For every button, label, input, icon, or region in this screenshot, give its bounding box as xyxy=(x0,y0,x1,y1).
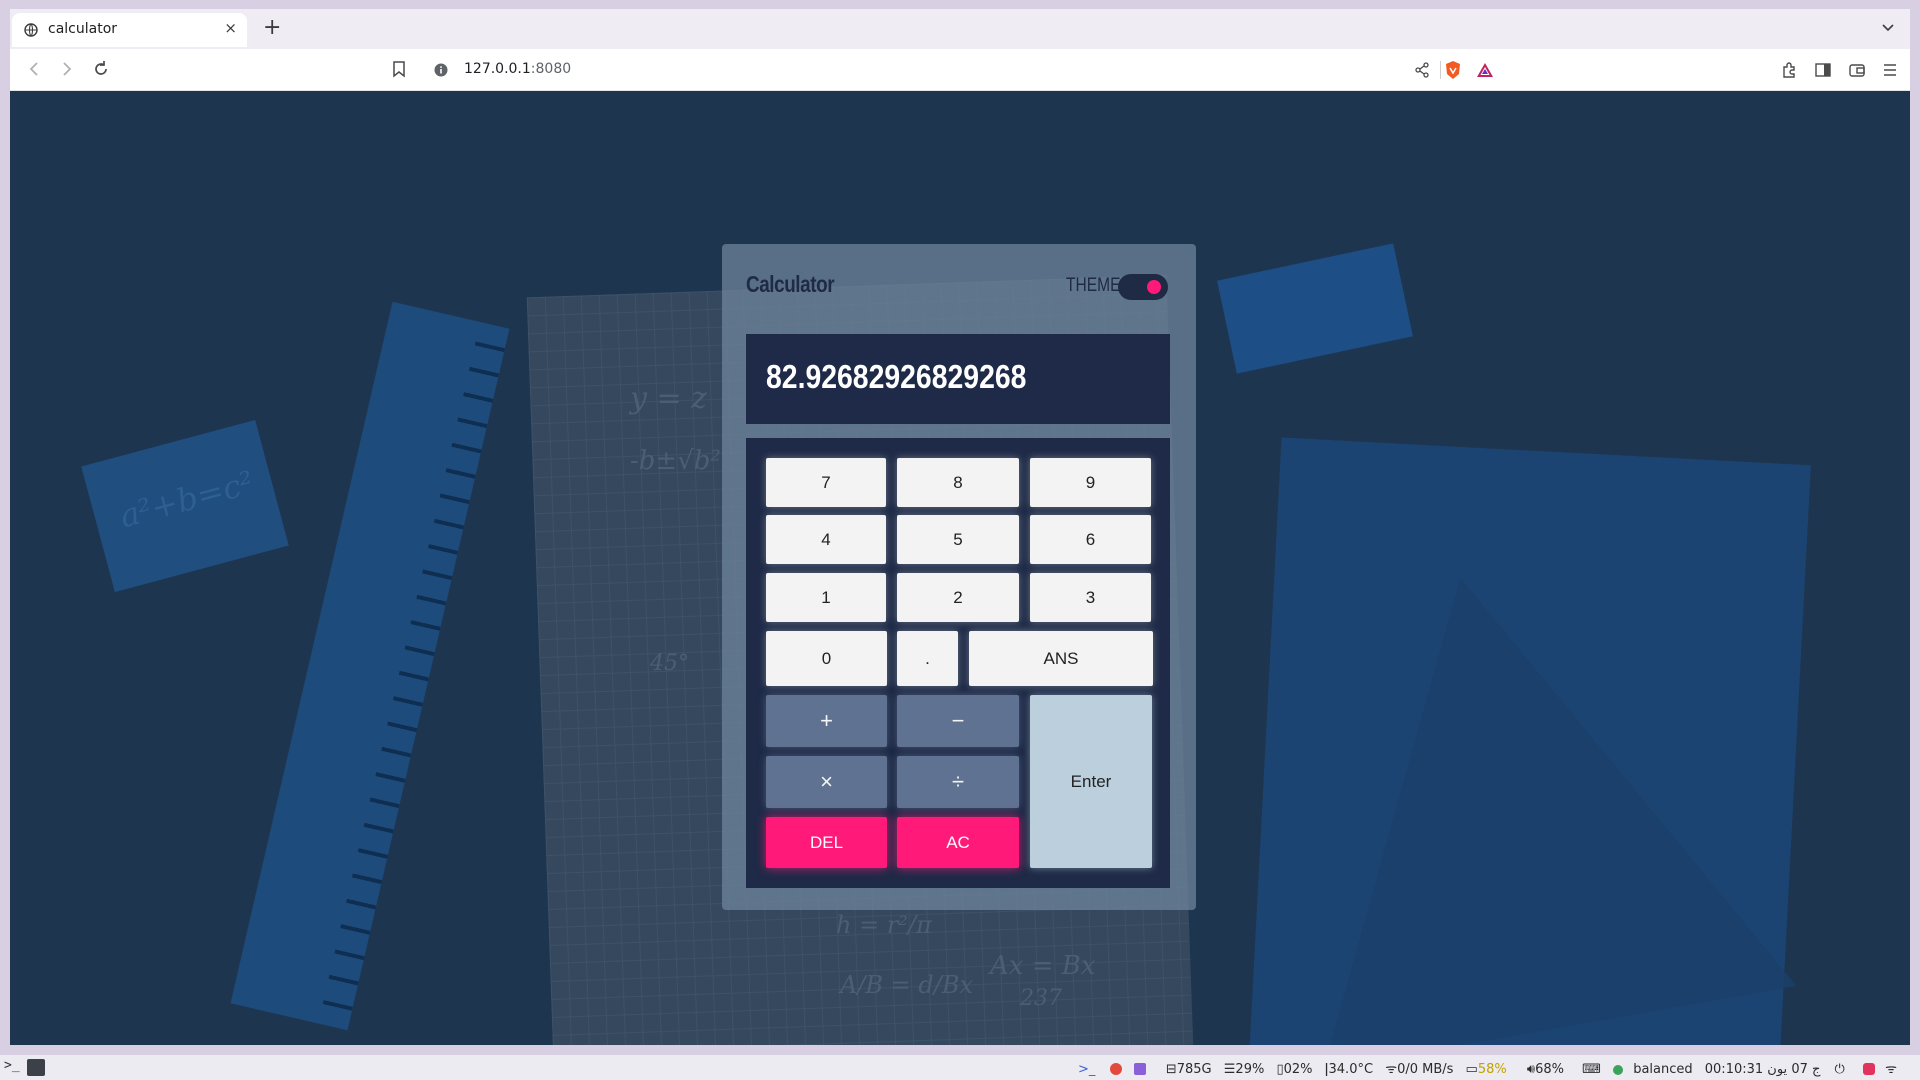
math-scribble-5: 237 xyxy=(1020,986,1062,1011)
url-host: 127.0.0.1 xyxy=(464,61,531,77)
volume-icon[interactable]: 🔊︎ xyxy=(1527,1062,1535,1077)
key-0[interactable]: 0 xyxy=(766,631,887,686)
reload-icon[interactable] xyxy=(91,59,111,79)
tray-firefox-icon[interactable] xyxy=(1109,1063,1122,1075)
calculator-display: 82.92682926829268 xyxy=(746,334,1170,424)
address-bar[interactable]: 127.0.0.1:8080 xyxy=(420,55,1500,85)
tray-app-icon[interactable] xyxy=(1862,1063,1875,1075)
volume-level: 68% xyxy=(1535,1062,1564,1077)
key-8[interactable]: 8 xyxy=(897,458,1019,507)
extensions-icon[interactable] xyxy=(1781,61,1799,79)
display-value: 82.92682926829268 xyxy=(766,358,1027,395)
site-info-icon[interactable] xyxy=(434,63,448,77)
key-ans[interactable]: ANS xyxy=(969,631,1153,686)
key-6[interactable]: 6 xyxy=(1030,515,1151,564)
math-scribble-4: Ax = Bx xyxy=(990,951,1096,981)
key-5[interactable]: 5 xyxy=(897,515,1019,564)
brave-rewards-icon[interactable] xyxy=(1476,61,1494,79)
memory-icon: ☰ xyxy=(1223,1062,1236,1077)
math-scribble-3: h = r²/π xyxy=(836,911,932,939)
brave-shields-icon[interactable] xyxy=(1444,60,1462,80)
key-3[interactable]: 3 xyxy=(1030,573,1151,622)
app-launcher-icon[interactable] xyxy=(27,1059,45,1076)
theme-label: THEME xyxy=(1066,275,1121,296)
power-profile: balanced xyxy=(1633,1062,1693,1077)
key-enter[interactable]: Enter xyxy=(1030,695,1152,868)
keypad: 7 8 9 4 5 6 1 2 3 0 . ANS + − Enter × ÷ … xyxy=(746,438,1170,888)
key-multiply[interactable]: × xyxy=(766,756,887,808)
background-set-square xyxy=(1243,532,1797,1045)
ruler-marks xyxy=(322,341,505,1011)
disk-usage-icon: ⊟ xyxy=(1165,1062,1177,1077)
background-sticky-note: a²+b=c² xyxy=(81,419,289,593)
background-ruler xyxy=(230,301,510,1031)
math-scribble-1: y = z xyxy=(630,381,707,416)
tab-close-icon[interactable]: × xyxy=(224,19,237,37)
browser-window: calculator × + 127.0.0.1:8080 a²+b=c² y … xyxy=(10,9,1910,1045)
bookmark-icon[interactable] xyxy=(390,60,408,78)
system-tray: >_ ⊟785G ☰29% ▯02% ǀ34.0°C ᯤ0/0 MB/s ▭58… xyxy=(1078,1059,1897,1077)
back-icon[interactable] xyxy=(24,59,44,79)
tray-terminal-icon[interactable]: >_ xyxy=(1078,1062,1095,1077)
key-2[interactable]: 2 xyxy=(897,573,1019,622)
cpu-temp: 34.0°C xyxy=(1328,1062,1374,1077)
key-minus[interactable]: − xyxy=(897,695,1019,747)
tab-title: calculator xyxy=(48,21,118,37)
key-7[interactable]: 7 xyxy=(766,458,886,507)
tray-wifi-icon[interactable]: ᯤ xyxy=(1885,1062,1897,1077)
tray-folder-icon[interactable] xyxy=(1133,1063,1146,1075)
background-eraser xyxy=(1217,243,1413,374)
system-taskbar: >_ >_ ⊟785G ☰29% ▯02% ǀ34.0°C ᯤ0/0 MB/s … xyxy=(0,1055,1920,1080)
power-icon[interactable]: ⏻ xyxy=(1835,1062,1845,1077)
wifi-icon[interactable]: ᯤ xyxy=(1385,1062,1397,1077)
key-decimal[interactable]: . xyxy=(897,631,958,686)
keyboard-icon[interactable]: ⌨ xyxy=(1582,1062,1601,1077)
theme-toggle[interactable] xyxy=(1118,274,1168,300)
memory-usage: 29% xyxy=(1235,1062,1265,1077)
sticky-note-formula: a²+b=c² xyxy=(115,463,258,536)
battery-level: 58% xyxy=(1477,1062,1507,1077)
terminal-launcher[interactable]: >_ xyxy=(4,1058,20,1073)
browser-toolbar: 127.0.0.1:8080 xyxy=(10,49,1910,91)
math-scribble-6: A/B = d/Bx xyxy=(840,971,974,999)
key-plus[interactable]: + xyxy=(766,695,887,747)
key-1[interactable]: 1 xyxy=(766,573,886,622)
key-delete[interactable]: DEL xyxy=(766,817,887,868)
battery-icon[interactable]: ▭ xyxy=(1466,1062,1478,1077)
math-scribble-7: 45° xyxy=(650,651,689,676)
key-divide[interactable]: ÷ xyxy=(897,756,1019,808)
tab-bar: calculator × + xyxy=(10,9,1910,49)
cpu-icon: ▯ xyxy=(1276,1062,1284,1077)
key-4[interactable]: 4 xyxy=(766,515,886,564)
forward-icon[interactable] xyxy=(57,59,77,79)
menu-icon[interactable] xyxy=(1881,61,1899,79)
calculator-title: Calculator xyxy=(746,271,835,297)
theme-toggle-knob xyxy=(1147,280,1161,294)
calculator-card: Calculator THEME 82.92682926829268 7 8 9… xyxy=(722,244,1196,910)
new-tab-button[interactable]: + xyxy=(263,15,281,40)
share-icon[interactable] xyxy=(1414,62,1430,78)
clock[interactable]: 00:10:31 ج 07 يون xyxy=(1705,1062,1821,1077)
globe-icon xyxy=(24,23,38,37)
wallet-icon[interactable] xyxy=(1848,61,1866,79)
sidebar-icon[interactable] xyxy=(1814,61,1832,79)
url-text[interactable]: 127.0.0.1:8080 xyxy=(464,61,571,77)
tab-calculator[interactable]: calculator × xyxy=(12,13,247,47)
key-9[interactable]: 9 xyxy=(1030,458,1151,507)
network-speed: 0/0 MB/s xyxy=(1397,1062,1454,1077)
cpu-usage: 02% xyxy=(1283,1062,1313,1077)
disk-usage: 785G xyxy=(1176,1062,1212,1077)
key-all-clear[interactable]: AC xyxy=(897,817,1019,868)
page-content: a²+b=c² y = z -b±√b² 45° h = r²/π Ax = B… xyxy=(10,91,1910,1045)
address-separator xyxy=(1440,61,1441,79)
math-scribble-2: -b±√b² xyxy=(630,446,721,476)
power-profile-icon[interactable] xyxy=(1613,1065,1624,1075)
url-port: :8080 xyxy=(530,61,572,77)
chevron-down-icon[interactable] xyxy=(1880,19,1896,35)
